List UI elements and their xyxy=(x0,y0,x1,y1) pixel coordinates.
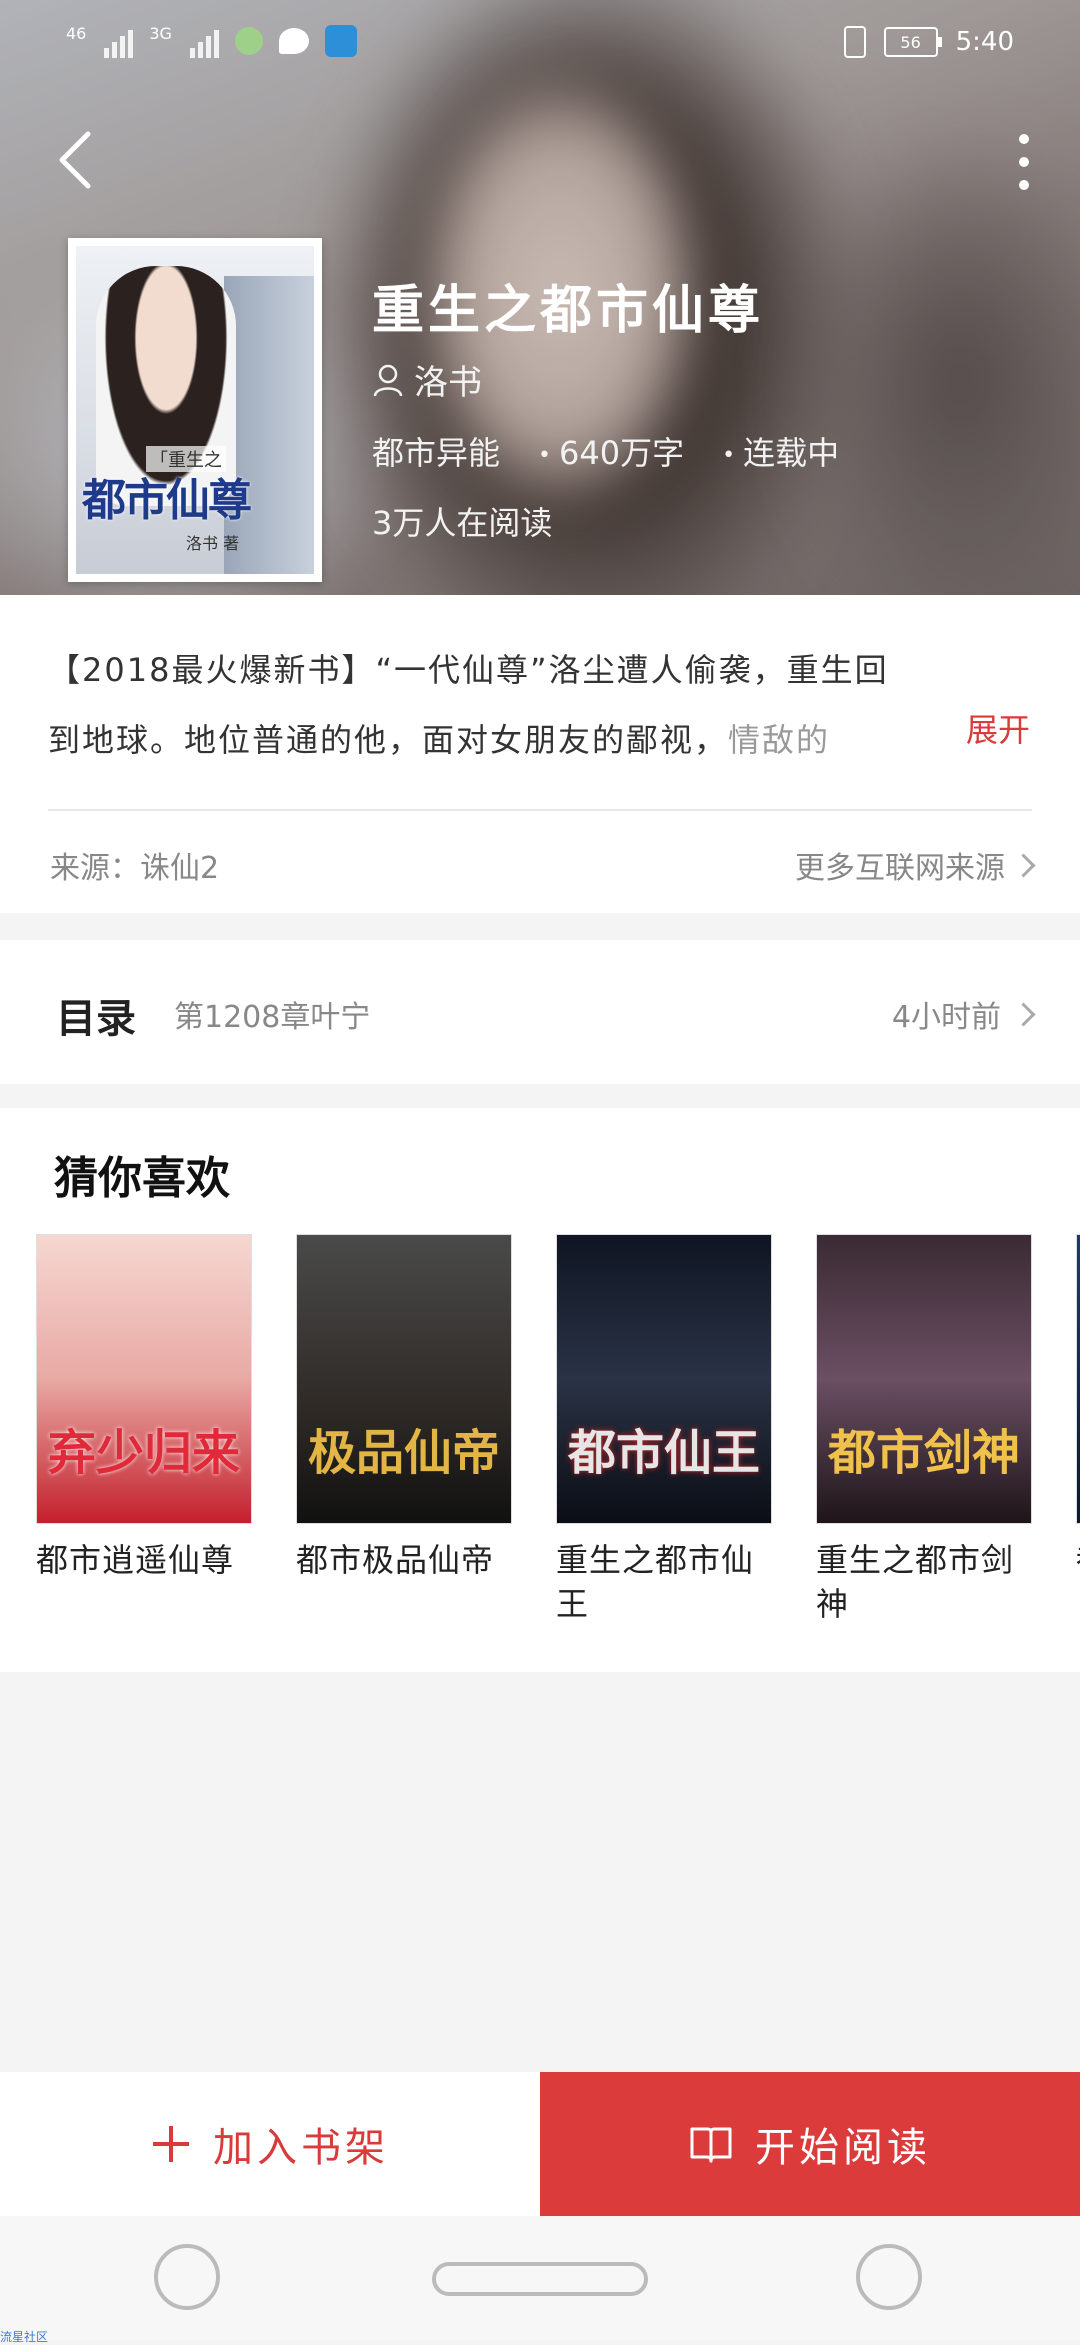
recommended-book-title: 都 xyxy=(1076,1538,1080,1582)
recommended-book-title: 重生之都市剑神 xyxy=(816,1541,1015,1623)
cover-title: 都市仙尊 xyxy=(82,475,252,526)
chevron-right-icon xyxy=(1011,1001,1036,1027)
reader-count: 3万人在阅读 xyxy=(372,504,553,542)
book-author[interactable]: 洛书 xyxy=(372,355,482,404)
source-label: 来源：诛仙2 xyxy=(50,851,220,886)
latest-chapter: 第1208章叶宁 xyxy=(174,1000,371,1035)
book-meta: 都市异能 640万字 连载中 xyxy=(372,428,839,474)
status-bar: 46 3G 56 5:40 xyxy=(0,0,1080,90)
recommended-book[interactable]: 弃少归来 都市逍遥仙尊 xyxy=(36,1234,252,1626)
back-arrow-icon[interactable] xyxy=(52,128,100,192)
more-sources-label: 更多互联网来源 xyxy=(795,851,1005,886)
recommended-book-title: 都市极品仙帝 xyxy=(296,1541,495,1579)
home-gesture-bar[interactable] xyxy=(432,2262,648,2296)
chevron-right-icon xyxy=(1011,852,1036,878)
action-bar: 加入书架 开始阅读 xyxy=(0,2072,1080,2216)
cover-text: 都市剑神 xyxy=(827,1425,1020,1481)
signal-icon xyxy=(104,24,134,58)
toc-label: 目录 xyxy=(56,996,136,1042)
vibrate-icon xyxy=(843,26,866,58)
description-section: 【2018最火爆新书】“一代仙尊”洛尘遭人偷袭，重生回 到地球。地位普通的他，面… xyxy=(0,595,1080,913)
recommended-book[interactable]: 都市剑神 重生之都市剑神 xyxy=(816,1234,1032,1626)
recommended-book-cover: 都市仙王 xyxy=(556,1234,772,1524)
more-options-icon[interactable] xyxy=(1012,134,1036,190)
start-reading-button[interactable]: 开始阅读 xyxy=(540,2072,1080,2216)
table-of-contents-row[interactable]: 目录 第1208章叶宁 4小时前 xyxy=(0,940,1080,1084)
word-count: 640万字 xyxy=(538,428,684,474)
cover-author: 洛书 著 xyxy=(186,534,240,553)
network-type-label: 46 xyxy=(66,24,87,43)
recommendations-section: 猜你喜欢 弃少归来 都市逍遥仙尊 极品仙帝 都市极品仙帝 都市仙王 重生之都市仙… xyxy=(0,1108,1080,1672)
recommended-book-cover: 弃少归来 xyxy=(36,1234,252,1524)
add-to-shelf-button[interactable]: 加入书架 xyxy=(0,2072,540,2216)
watermark: 流星社区 xyxy=(0,2330,49,2344)
author-name: 洛书 xyxy=(414,363,482,403)
update-time-label: 4小时前 xyxy=(891,1000,1001,1035)
book-synopsis[interactable]: 【2018最火爆新书】“一代仙尊”洛尘遭人偷袭，重生回 到地球。地位普通的他，面… xyxy=(48,635,1038,775)
recommended-book-title: 都市逍遥仙尊 xyxy=(36,1541,235,1579)
network-type-label: 3G xyxy=(149,24,172,43)
app-notification-icon xyxy=(234,27,263,55)
serial-status: 连载中 xyxy=(722,428,839,474)
divider xyxy=(48,809,1032,811)
cover-text: 都市仙王 xyxy=(567,1425,760,1481)
plus-icon xyxy=(153,2126,189,2162)
person-icon xyxy=(373,364,403,396)
app-switch-icon[interactable] xyxy=(154,2244,220,2310)
cover-text: 弃少归来 xyxy=(47,1425,240,1481)
recommended-book-cover: 极品仙帝 xyxy=(296,1234,512,1524)
book-cover: 「重生之 都市仙尊 洛书 著 xyxy=(68,238,322,582)
synopsis-line: 【2018最火爆新书】“一代仙尊”洛尘遭人偷袭，重生回 xyxy=(48,651,889,689)
add-to-shelf-label: 加入书架 xyxy=(213,2125,389,2171)
recommended-book[interactable]: 极品仙帝 都市极品仙帝 xyxy=(296,1234,512,1626)
start-reading-label: 开始阅读 xyxy=(755,2125,931,2171)
open-book-icon xyxy=(690,2127,732,2163)
recommended-book-title: 重生之都市仙王 xyxy=(556,1541,755,1623)
book-header: 46 3G 56 5:40 「重生之 都市仙尊 洛书 著 重生之都市仙尊 洛书 … xyxy=(0,0,1080,595)
recommendations-carousel[interactable]: 弃少归来 都市逍遥仙尊 极品仙帝 都市极品仙帝 都市仙王 重生之都市仙王 都市剑… xyxy=(36,1234,1080,1626)
recommended-book-cover: 都市剑神 xyxy=(816,1234,1032,1524)
app-icon xyxy=(324,25,357,57)
expand-button[interactable]: 展开 xyxy=(966,705,1030,751)
recommendations-heading: 猜你喜欢 xyxy=(54,1153,230,1204)
synopsis-line-fade: 情敌的 xyxy=(728,721,831,759)
message-icon xyxy=(278,28,309,54)
recommended-book[interactable]: 都市仙王 重生之都市仙王 xyxy=(556,1234,772,1626)
clock: 5:40 xyxy=(955,27,1014,57)
book-title: 重生之都市仙尊 xyxy=(372,281,765,341)
more-sources-link[interactable]: 更多互联网来源 xyxy=(795,843,1036,887)
assistant-icon[interactable] xyxy=(856,2244,922,2310)
recommended-book-cover xyxy=(1076,1234,1080,1524)
book-category: 都市异能 xyxy=(372,434,501,472)
recommended-book[interactable]: 都 xyxy=(1076,1234,1080,1626)
update-time: 4小时前 xyxy=(891,992,1036,1036)
system-navigation-bar xyxy=(0,2216,1080,2340)
synopsis-line: 到地球。地位普通的他，面对女朋友的鄙视， xyxy=(48,721,729,759)
cover-text: 极品仙帝 xyxy=(307,1425,500,1481)
signal-icon xyxy=(189,24,219,58)
battery-icon: 56 xyxy=(883,27,942,57)
